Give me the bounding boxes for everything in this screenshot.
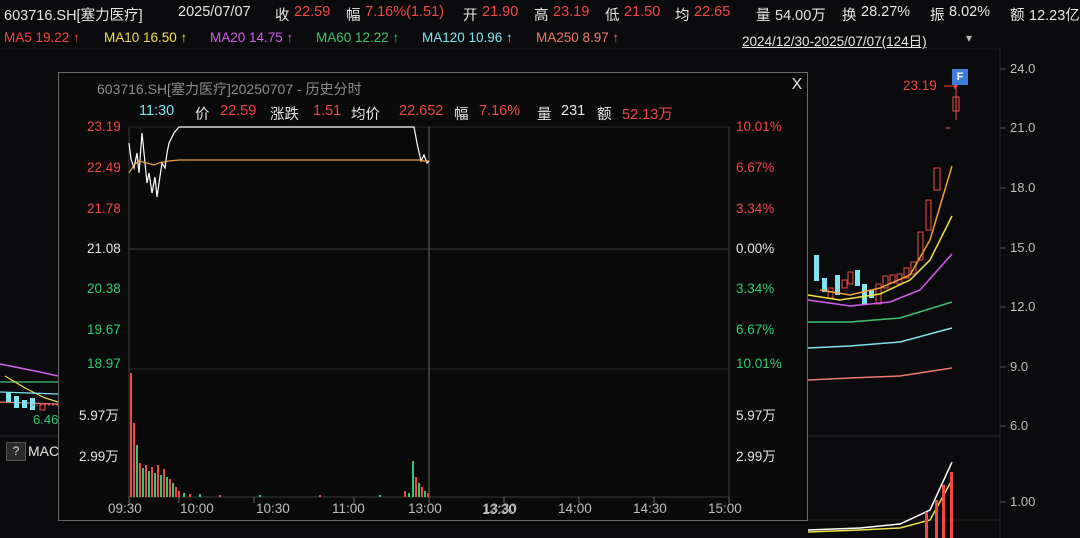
volume-bars <box>130 373 429 497</box>
turnover-label: 换 <box>842 8 857 24</box>
date-range-selector[interactable]: 2024/12/30-2025/07/07(124日) <box>742 30 927 50</box>
axis-tick: 9.0 <box>1010 359 1029 374</box>
amount-label: 额 <box>1010 8 1025 24</box>
axis-tick: 12.0 <box>1010 299 1036 314</box>
price-line <box>128 126 430 198</box>
avg-line <box>128 159 429 174</box>
symbol-label: 603716.SH[塞力医疗] <box>4 8 143 24</box>
ma120-label: MA120 10.96 ↑ <box>422 30 513 45</box>
high-value: 23.19 <box>553 4 590 20</box>
indicator-label[interactable]: MAC <box>28 443 59 459</box>
axis-tick: 6.0 <box>1010 418 1029 433</box>
axis-tick: 18.0 <box>1010 180 1036 195</box>
vol-label: 量 <box>756 8 771 24</box>
avg-label: 均 <box>675 8 690 24</box>
intraday-history-dialog: 603716.SH[塞力医疗]20250707 - 历史分时 X 11:30 价… <box>58 72 808 521</box>
intraday-chart[interactable] <box>59 73 807 520</box>
ma-legend-bar: MA5 19.22 ↑ MA10 16.50 ↑ MA20 14.75 ↑ MA… <box>0 27 1080 49</box>
axis-tick: 1.00 <box>1010 494 1036 509</box>
time-label: 09:30 <box>108 501 142 516</box>
flag-icon[interactable]: F <box>952 69 968 85</box>
time-label: 10:00 <box>180 501 214 516</box>
time-label: 15:00 <box>708 501 742 516</box>
high-price-marker: 23.19 <box>903 78 937 93</box>
chevron-down-icon[interactable]: ▾ <box>966 31 972 45</box>
low-label: 低 <box>605 8 620 24</box>
time-label: 10:30 <box>256 501 290 516</box>
change-label: 幅 <box>346 8 361 24</box>
amount-value: 12.23亿 <box>1029 8 1080 24</box>
close-label: 收 <box>275 8 290 24</box>
axis-tick: 15.0 <box>1010 240 1036 255</box>
open-value: 21.90 <box>482 4 519 20</box>
open-label: 开 <box>463 8 478 24</box>
high-label: 高 <box>534 8 549 24</box>
amp-value: 8.02% <box>949 4 991 20</box>
amp-label: 振 <box>930 8 945 24</box>
ma5-label: MA5 19.22 ↑ <box>4 30 80 45</box>
help-icon[interactable]: ? <box>6 442 26 461</box>
low-price-marker: 6.46 <box>33 412 59 427</box>
axis-tick: 21.0 <box>1010 120 1036 135</box>
quote-header: 603716.SH[塞力医疗] 2025/07/07 收 22.59 幅 7.1… <box>0 0 1080 26</box>
time-label: 13:00 <box>408 501 442 516</box>
time-label: 11:00 <box>332 501 365 516</box>
ma60-label: MA60 12.22 ↑ <box>316 30 400 45</box>
vol-value: 54.00万 <box>775 8 826 24</box>
date-label: 2025/07/07 <box>178 4 251 20</box>
change-value: 7.16%(1.51) <box>365 4 444 20</box>
ma250-label: MA250 8.97 ↑ <box>536 30 620 45</box>
time-label: 14:30 <box>633 501 667 516</box>
axis-tick: 24.0 <box>1010 61 1036 76</box>
ma20-label: MA20 14.75 ↑ <box>210 30 294 45</box>
turnover-value: 28.27% <box>861 4 911 20</box>
time-label: 14:00 <box>558 501 592 516</box>
low-value: 21.50 <box>624 4 661 20</box>
ma10-label: MA10 16.50 ↑ <box>104 30 188 45</box>
close-value: 22.59 <box>294 4 331 20</box>
time-label: 13:30 <box>482 502 516 517</box>
avg-value: 22.65 <box>694 4 731 20</box>
